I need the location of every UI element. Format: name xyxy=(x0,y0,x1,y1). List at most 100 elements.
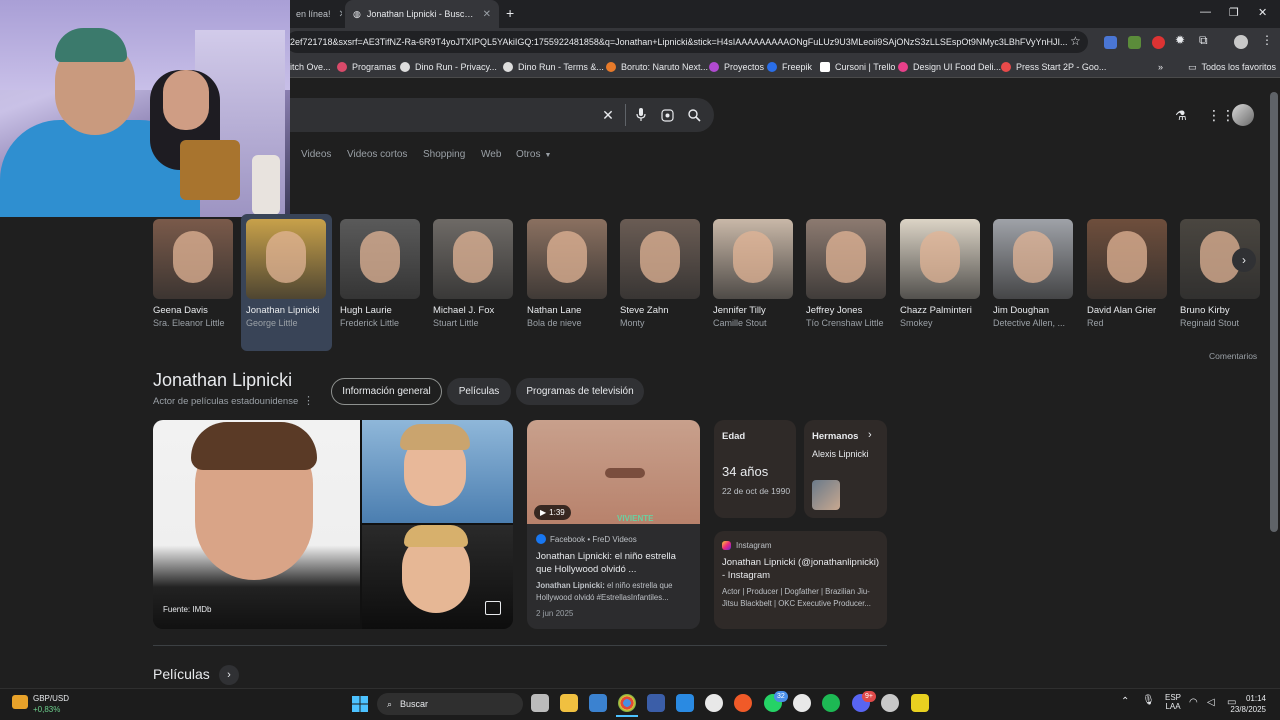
cast-card[interactable]: Chazz Palminteri Smokey xyxy=(900,219,980,329)
cast-card[interactable]: Michael J. Fox Stuart Little xyxy=(433,219,513,329)
image-icon[interactable] xyxy=(485,601,501,615)
tab-web[interactable]: Web xyxy=(481,149,501,160)
tab-active[interactable]: ◍ Jonathan Lipnicki - Buscar con G ✕ xyxy=(345,0,499,28)
bookmark-item[interactable]: Proyectos xyxy=(709,56,764,78)
cast-name[interactable]: Michael J. Fox xyxy=(433,305,513,316)
gear-icon[interactable]: ✹ xyxy=(1175,33,1185,47)
bookmark-item[interactable]: itch Ove... xyxy=(290,56,331,78)
ticker-name[interactable]: GBP/USD xyxy=(33,694,69,703)
cast-card[interactable]: Jennifer Tilly Camille Stout xyxy=(713,219,793,329)
address-bar[interactable]: 2ef721718&sxsrf=AE3TifNZ-Ra-6R9T4yoJTXIP… xyxy=(286,31,1088,53)
cast-name[interactable]: Hugh Laurie xyxy=(340,305,420,316)
account-avatar[interactable] xyxy=(1232,104,1254,126)
cast-card[interactable]: Nathan Lane Bola de nieve xyxy=(527,219,607,329)
chevron-right-icon[interactable]: › xyxy=(1232,248,1256,272)
cast-photo[interactable] xyxy=(900,219,980,299)
tab-shopping[interactable]: Shopping xyxy=(423,149,465,160)
close-icon[interactable]: ✕ xyxy=(475,9,491,20)
bookmark-item[interactable]: Dino Run - Privacy... xyxy=(400,56,497,78)
close-icon[interactable]: ✕ xyxy=(331,9,342,20)
restore-icon[interactable]: ❐ xyxy=(1229,6,1239,19)
feedback-link[interactable]: Comentarios xyxy=(1209,351,1257,361)
tab-previous[interactable]: en línea! ✕ xyxy=(288,0,342,28)
clock[interactable]: 01:14 23/8/2025 xyxy=(1226,693,1266,715)
tab-short-videos[interactable]: Videos cortos xyxy=(347,149,407,160)
chrome-icon[interactable] xyxy=(618,694,636,712)
main-photo[interactable]: Fuente: IMDb xyxy=(153,420,360,629)
scrollbar[interactable] xyxy=(1270,92,1278,532)
cast-photo[interactable] xyxy=(246,219,326,299)
chip-overview[interactable]: Información general xyxy=(331,378,442,405)
extension-icon[interactable] xyxy=(1152,36,1165,49)
tab-more[interactable]: Otros ▼ xyxy=(516,149,551,160)
search-icon[interactable] xyxy=(685,106,703,124)
taskbar-search[interactable]: ⌕ Buscar xyxy=(377,693,523,715)
chevron-right-icon[interactable]: › xyxy=(219,665,239,685)
sibling-name[interactable]: Alexis Lipnicki xyxy=(812,449,869,459)
store-icon[interactable] xyxy=(589,694,607,712)
cast-photo[interactable] xyxy=(153,219,233,299)
vscode-icon[interactable] xyxy=(676,694,694,712)
lens-icon[interactable] xyxy=(658,106,676,124)
cast-photo[interactable] xyxy=(1087,219,1167,299)
cast-name[interactable]: Nathan Lane xyxy=(527,305,607,316)
puzzle-icon[interactable]: ⧉ xyxy=(1199,33,1208,48)
task-view-icon[interactable] xyxy=(531,694,549,712)
cast-card[interactable]: Steve Zahn Monty xyxy=(620,219,700,329)
cast-photo[interactable] xyxy=(713,219,793,299)
labs-icon[interactable]: ⚗ xyxy=(1175,108,1187,124)
cast-card[interactable]: Jim Doughan Detective Allen, ... xyxy=(993,219,1073,329)
translate-icon[interactable] xyxy=(1104,36,1117,49)
cast-card[interactable]: Jeffrey Jones Tío Crenshaw Little xyxy=(806,219,886,329)
openai-icon[interactable] xyxy=(793,694,811,712)
microphone-icon[interactable] xyxy=(632,106,650,124)
github-icon[interactable] xyxy=(705,694,723,712)
windows-start-icon[interactable] xyxy=(352,696,368,712)
notes-icon[interactable] xyxy=(911,694,929,712)
minimize-icon[interactable]: — xyxy=(1200,6,1211,18)
movies-section-title[interactable]: Películas xyxy=(153,666,210,682)
bookmark-item[interactable]: Dino Run - Terms &... xyxy=(503,56,604,78)
child-photo-top[interactable] xyxy=(362,420,513,523)
bookmark-item[interactable]: Cursoni | Trello xyxy=(820,56,895,78)
extension-icon[interactable] xyxy=(1128,36,1141,49)
siblings-card[interactable]: Hermanos › Alexis Lipnicki xyxy=(804,420,887,518)
cast-photo[interactable] xyxy=(433,219,513,299)
app-icon[interactable] xyxy=(647,694,665,712)
clear-icon[interactable]: ✕ xyxy=(599,106,617,124)
volume-icon[interactable]: ◁ xyxy=(1207,697,1215,708)
cast-name[interactable]: Jonathan Lipnicki xyxy=(246,305,326,316)
bookmark-item[interactable]: Freepik xyxy=(767,56,812,78)
cast-card[interactable]: Hugh Laurie Frederick Little xyxy=(340,219,420,329)
spotify-icon[interactable] xyxy=(822,694,840,712)
chevron-up-icon[interactable]: ⌃ xyxy=(1121,696,1129,707)
new-tab-button[interactable]: + xyxy=(506,5,514,21)
chip-movies[interactable]: Películas xyxy=(447,378,511,405)
close-window-icon[interactable]: ✕ xyxy=(1258,6,1267,19)
menu-icon[interactable]: ⋮ xyxy=(1261,33,1273,47)
cast-name[interactable]: Geena Davis xyxy=(153,305,233,316)
chip-tv-shows[interactable]: Programas de televisión xyxy=(516,378,644,405)
apps-icon[interactable]: ⋮⋮ xyxy=(1207,107,1235,124)
video-title[interactable]: Jonathan Lipnicki: el niño estrella que … xyxy=(536,550,692,576)
cast-name[interactable]: Jim Doughan xyxy=(993,305,1073,316)
cast-card[interactable]: Jonathan Lipnicki George Little xyxy=(246,219,326,329)
cast-card[interactable]: Geena Davis Sra. Eleanor Little xyxy=(153,219,233,329)
cast-name[interactable]: Bruno Kirby xyxy=(1180,305,1260,316)
cast-name[interactable]: David Alan Grier xyxy=(1087,305,1167,316)
postman-icon[interactable] xyxy=(734,694,752,712)
microphone-icon[interactable]: 🎙 xyxy=(1142,695,1155,706)
cast-photo[interactable] xyxy=(620,219,700,299)
image-collage[interactable]: Fuente: IMDb xyxy=(153,420,513,629)
bookmark-item[interactable]: Programas xyxy=(337,56,396,78)
search-input[interactable] xyxy=(290,98,714,132)
bookmark-item[interactable]: Press Start 2P - Goo... xyxy=(1001,56,1106,78)
file-explorer-icon[interactable] xyxy=(560,694,578,712)
weather-widget-icon[interactable] xyxy=(12,695,28,709)
cast-photo[interactable] xyxy=(806,219,886,299)
profile-avatar[interactable] xyxy=(1234,35,1248,49)
cast-name[interactable]: Jennifer Tilly xyxy=(713,305,793,316)
wifi-icon[interactable]: ◠ xyxy=(1189,697,1198,708)
cast-name[interactable]: Chazz Palminteri xyxy=(900,305,980,316)
sibling-photo[interactable] xyxy=(812,480,840,510)
